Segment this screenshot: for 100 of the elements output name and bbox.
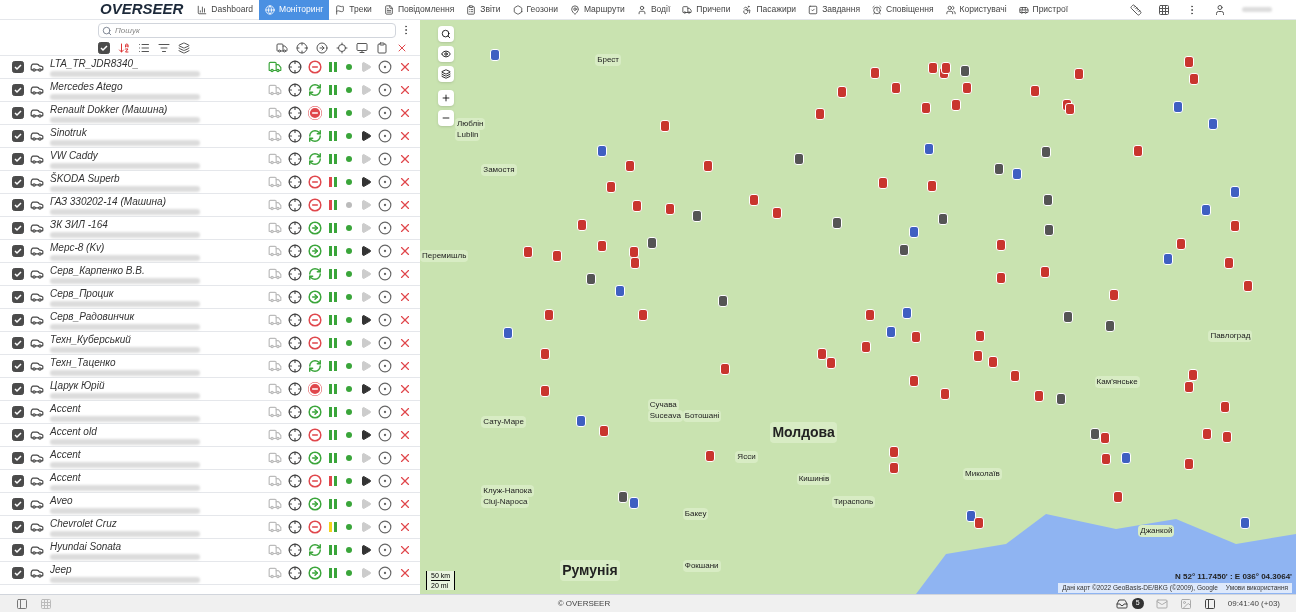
nav-tab[interactable]: Пристрої [1012, 0, 1075, 20]
play-icon[interactable] [360, 475, 372, 487]
crosshair-icon[interactable] [296, 41, 308, 54]
vehicle-marker[interactable] [523, 245, 534, 258]
minus-circle-icon[interactable] [308, 198, 322, 212]
vehicle-marker[interactable] [1062, 311, 1073, 324]
zoom-out-button[interactable] [438, 110, 454, 126]
vehicle-marker[interactable] [1011, 168, 1022, 180]
close-icon[interactable] [398, 359, 412, 373]
vehicle-marker[interactable] [908, 375, 919, 388]
target-icon[interactable] [378, 198, 392, 212]
layers-button[interactable] [438, 66, 454, 82]
vehicle-marker[interactable] [861, 340, 872, 353]
unit-row[interactable]: Accent [0, 470, 420, 493]
close-icon[interactable] [398, 382, 412, 396]
target-icon[interactable] [378, 566, 392, 580]
close-icon[interactable] [398, 405, 412, 419]
vehicle-marker[interactable] [1229, 186, 1240, 199]
vehicle-marker[interactable] [921, 101, 932, 114]
nav-tab[interactable]: Пасажири [736, 0, 803, 20]
arrow-circle-icon[interactable] [308, 244, 322, 258]
vehicle-marker[interactable] [502, 327, 513, 340]
close-icon[interactable] [398, 60, 412, 74]
target-icon[interactable] [378, 497, 392, 511]
vehicle-marker[interactable] [1223, 257, 1234, 270]
play-icon[interactable] [360, 245, 372, 257]
play-icon[interactable] [360, 314, 372, 326]
checkbox[interactable] [12, 176, 24, 188]
vehicle-marker[interactable] [908, 226, 919, 239]
play-icon[interactable] [360, 383, 372, 395]
loop-icon[interactable] [308, 129, 322, 143]
vehicle-marker[interactable] [1189, 72, 1200, 85]
unit-row[interactable]: Aveo [0, 493, 420, 516]
minus-circle-icon[interactable] [308, 474, 322, 488]
vehicle-marker[interactable] [1188, 369, 1199, 382]
vehicle-marker[interactable] [1108, 289, 1119, 302]
unit-row[interactable]: ЗК ЗИЛ -164 [0, 217, 420, 240]
vehicle-marker[interactable] [1104, 320, 1115, 333]
close-icon[interactable] [398, 152, 412, 166]
vehicle-marker[interactable] [899, 244, 910, 257]
vehicle-marker[interactable] [1172, 101, 1183, 114]
crosshair-icon[interactable] [288, 198, 302, 212]
checkbox[interactable] [12, 567, 24, 579]
play-icon[interactable] [360, 176, 372, 188]
vehicle-marker[interactable] [1100, 431, 1111, 444]
close-icon[interactable] [398, 244, 412, 258]
vehicle-marker[interactable] [628, 246, 639, 259]
vehicle-marker[interactable] [664, 203, 675, 215]
target-icon[interactable] [378, 382, 392, 396]
checkbox[interactable] [12, 268, 24, 280]
close-icon[interactable] [398, 336, 412, 350]
close-icon[interactable] [398, 221, 412, 235]
vehicle-marker[interactable] [885, 326, 896, 339]
vehicle-marker[interactable] [1162, 252, 1173, 265]
target-icon[interactable] [378, 152, 392, 166]
unit-row[interactable]: Accent old [0, 424, 420, 447]
checkbox[interactable] [12, 245, 24, 257]
vehicle-marker[interactable] [1243, 280, 1254, 293]
checkbox[interactable] [12, 429, 24, 441]
nav-tab[interactable]: Користувачі [939, 0, 1013, 20]
close-icon[interactable] [398, 175, 412, 189]
locate-icon[interactable] [336, 41, 348, 54]
sort-icon[interactable] [118, 41, 130, 54]
vehicle-marker[interactable] [889, 461, 900, 474]
close-icon[interactable] [398, 428, 412, 442]
target-icon[interactable] [378, 60, 392, 74]
nav-tab[interactable]: Треки [329, 0, 378, 20]
vehicle-marker[interactable] [1219, 400, 1230, 413]
checkbox[interactable] [12, 406, 24, 418]
vehicle-marker[interactable] [577, 219, 588, 232]
loop-icon[interactable] [308, 267, 322, 281]
unit-row[interactable]: LTA_TR_JDR8340_ [0, 56, 420, 79]
arrow-circle-icon[interactable] [308, 497, 322, 511]
unit-row[interactable]: Mercedes Atego [0, 79, 420, 102]
vehicle-marker[interactable] [618, 490, 628, 503]
vehicle-marker[interactable] [597, 240, 608, 253]
minus-circle-icon[interactable] [308, 520, 322, 534]
vehicle-marker[interactable] [749, 194, 760, 207]
crosshair-icon[interactable] [288, 175, 302, 189]
loop-icon[interactable] [308, 359, 322, 373]
target-icon[interactable] [378, 359, 392, 373]
vehicle-marker[interactable] [1229, 219, 1240, 232]
vehicle-marker[interactable] [691, 209, 702, 222]
vehicle-marker[interactable] [490, 48, 501, 61]
checkbox[interactable] [12, 498, 24, 510]
checkbox[interactable] [12, 314, 24, 326]
unit-row[interactable]: Серв_Процик [0, 286, 420, 309]
crosshair-icon[interactable] [288, 566, 302, 580]
target-icon[interactable] [378, 405, 392, 419]
unit-row[interactable]: Accent [0, 401, 420, 424]
minus-circle-icon[interactable] [308, 313, 322, 327]
loop-icon[interactable] [308, 543, 322, 557]
target-icon[interactable] [378, 129, 392, 143]
target-icon[interactable] [378, 221, 392, 235]
checkbox[interactable] [12, 222, 24, 234]
vehicle-marker[interactable] [659, 120, 670, 133]
arrow-circle-icon[interactable] [308, 566, 322, 580]
nav-tab[interactable]: Водії [630, 0, 677, 20]
layers-icon[interactable] [178, 41, 190, 54]
vehicle-marker[interactable] [1044, 223, 1055, 236]
